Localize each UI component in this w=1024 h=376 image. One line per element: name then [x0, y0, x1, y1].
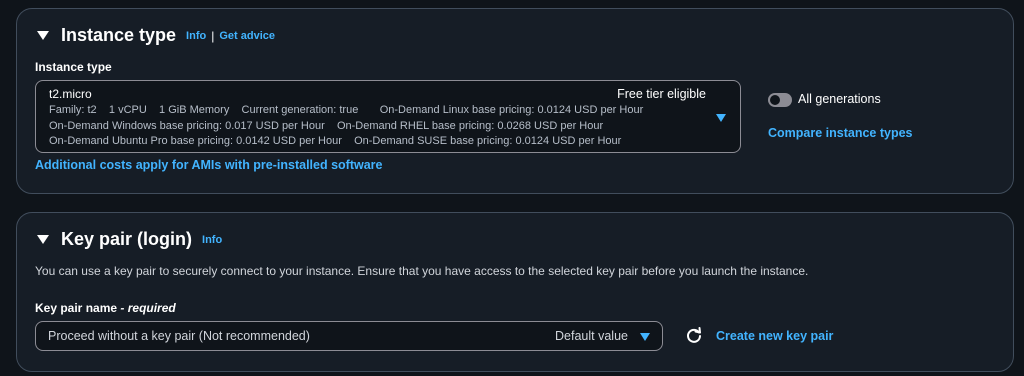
link-separator: |: [211, 28, 215, 43]
required-marker: - required: [120, 301, 176, 315]
instance-type-panel: Instance type Info | Get advice Instance…: [16, 8, 1014, 194]
instance-pricing-line: On-Demand Windows base pricing: 0.017 US…: [49, 120, 604, 132]
toggle-knob: [770, 95, 780, 105]
info-link[interactable]: Info: [202, 234, 222, 246]
create-key-pair-link[interactable]: Create new key pair: [716, 329, 833, 343]
key-pair-header: Key pair (login) Info: [37, 229, 222, 250]
instance-pricing-line: On-Demand Ubuntu Pro base pricing: 0.014…: [49, 135, 622, 147]
all-generations-label: All generations: [798, 92, 881, 106]
additional-costs-link[interactable]: Additional costs apply for AMIs with pre…: [35, 158, 383, 172]
instance-type-header: Instance type Info | Get advice: [37, 25, 275, 46]
get-advice-link[interactable]: Get advice: [219, 30, 275, 42]
panel-title: Key pair (login): [61, 229, 193, 249]
selected-key-pair: Proceed without a key pair (Not recommen…: [48, 329, 310, 343]
instance-type-label: Instance type: [35, 60, 112, 74]
all-generations-toggle[interactable]: [768, 93, 792, 107]
key-pair-select[interactable]: Proceed without a key pair (Not recommen…: [35, 321, 663, 351]
key-pair-description: You can use a key pair to securely conne…: [35, 264, 809, 278]
key-pair-panel: Key pair (login) Info You can use a key …: [16, 212, 1014, 372]
default-value-tag: Default value: [555, 329, 628, 343]
refresh-icon[interactable]: [685, 327, 703, 345]
compare-instance-types-link[interactable]: Compare instance types: [768, 126, 913, 140]
panel-title: Instance type: [61, 25, 177, 45]
instance-name: t2.micro: [49, 87, 92, 101]
instance-specs-line: Family: t2 1 vCPU 1 GiB Memory Current g…: [49, 104, 644, 116]
collapse-caret-icon[interactable]: [37, 31, 49, 40]
free-tier-badge: Free tier eligible: [617, 87, 706, 101]
dropdown-arrow-icon: [716, 114, 726, 122]
info-link[interactable]: Info: [186, 30, 206, 42]
collapse-caret-icon[interactable]: [37, 235, 49, 244]
field-label-text: Key pair name: [35, 301, 118, 315]
key-pair-name-label: Key pair name - required: [35, 301, 176, 315]
instance-type-select[interactable]: t2.micro Free tier eligible Family: t2 1…: [35, 80, 741, 153]
dropdown-arrow-icon: [640, 333, 650, 341]
